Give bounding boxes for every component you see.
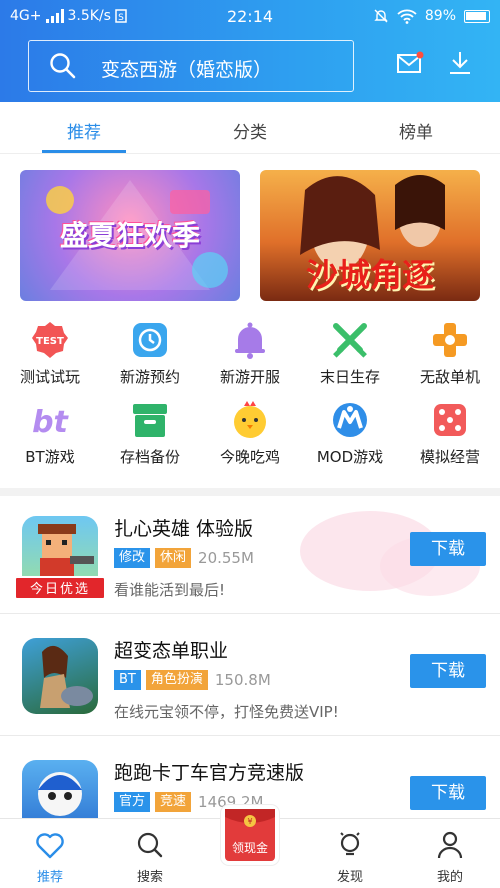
game-title: 跑跑卡丁车官方竞速版: [114, 762, 305, 784]
tag: BT: [114, 670, 141, 690]
category-label: 测试试玩: [19, 368, 80, 386]
bottom-nav: 推荐 搜索 ¥ 领现金 发现 我的: [0, 805, 500, 888]
game-description: 看谁能活到最后!: [114, 581, 226, 599]
category-label: MOD游戏: [316, 448, 384, 466]
game-size: 150.8M: [214, 671, 271, 689]
dice-icon: [430, 400, 470, 440]
category-label: 存档备份: [119, 448, 180, 466]
category-label: 新游预约: [119, 368, 180, 386]
tag: 官方: [114, 792, 151, 812]
red-packet-button[interactable]: ¥ 领现金: [221, 805, 279, 865]
tab-category[interactable]: 分类: [200, 118, 300, 143]
nav-recommend[interactable]: 推荐: [15, 831, 85, 885]
svg-text:TEST: TEST: [36, 336, 64, 347]
search-box[interactable]: 变态西游（婚恋版）: [28, 40, 354, 92]
search-icon: [50, 53, 76, 79]
nav-search[interactable]: 搜索: [115, 831, 185, 885]
game-icon: [22, 760, 98, 818]
archive-box-icon: [130, 400, 170, 440]
category-test-play[interactable]: TEST 测试试玩: [0, 320, 100, 387]
nav-label: 推荐: [36, 870, 63, 885]
game-tags: BT 角色扮演 150.8M: [114, 670, 271, 690]
game-title: 扎心英雄 体验版: [114, 518, 254, 540]
red-packet-icon: ¥: [225, 809, 275, 827]
category-save-backup[interactable]: 存档备份: [100, 400, 200, 467]
nav-profile[interactable]: 我的: [415, 831, 485, 885]
category-offline[interactable]: 无敌单机: [400, 320, 500, 387]
tab-recommend[interactable]: 推荐: [34, 118, 134, 143]
tag: 竞速: [155, 792, 192, 812]
download-button[interactable]: 下载: [410, 654, 486, 688]
nav-label: 领现金: [231, 841, 268, 855]
banner-summer-carnival[interactable]: 盛夏狂欢季: [20, 170, 240, 301]
clock-icon: [130, 320, 170, 360]
category-label: 今晚吃鸡: [219, 448, 280, 466]
section-divider: [0, 488, 500, 496]
top-header: 4G+ 3.5K/s S 22:14 89% 变态西游（婚恋版）: [0, 0, 500, 102]
game-row[interactable]: 今日优选 扎心英雄 体验版 修改 休闲 20.55M 看谁能活到最后! 下载: [0, 496, 500, 614]
game-description: 在线元宝领不停，打怪免费送VIP!: [114, 703, 339, 721]
category-simulation[interactable]: 模拟经营: [400, 400, 500, 467]
mail-icon[interactable]: [396, 50, 424, 76]
game-tags: 修改 休闲 20.55M: [114, 548, 254, 568]
chick-icon: [230, 400, 270, 440]
test-badge-icon: TEST: [30, 320, 70, 360]
user-icon: [437, 831, 463, 859]
game-size: 20.55M: [198, 549, 254, 567]
category-label: 新游开服: [219, 368, 280, 386]
banner-title: 盛夏狂欢季: [59, 219, 200, 252]
category-new-server[interactable]: 新游开服: [200, 320, 300, 387]
category-mod-games[interactable]: MOD游戏: [300, 400, 400, 467]
status-bar: 4G+ 3.5K/s S 22:14 89%: [0, 0, 500, 34]
svg-text:bt: bt: [32, 405, 69, 440]
category-label: BT游戏: [25, 448, 75, 466]
heart-icon: [36, 833, 64, 859]
game-row[interactable]: 超变态单职业 BT 角色扮演 150.8M 在线元宝领不停，打怪免费送VIP! …: [0, 618, 500, 736]
category-survival[interactable]: 末日生存: [300, 320, 400, 387]
battery-percent: 89%: [424, 8, 456, 24]
category-label: 模拟经营: [419, 448, 480, 466]
crossed-swords-icon: [330, 320, 370, 360]
search-icon: [137, 832, 163, 858]
nav-label: 我的: [436, 870, 463, 885]
wifi-icon: [397, 9, 417, 24]
tag: 休闲: [155, 548, 192, 568]
bell-icon: [230, 320, 270, 360]
search-text: 变态西游（婚恋版）: [101, 59, 273, 81]
active-tab-indicator: [42, 150, 126, 153]
category-label: 末日生存: [319, 368, 380, 386]
game-list: 今日优选 扎心英雄 体验版 修改 休闲 20.55M 看谁能活到最后! 下载 超…: [0, 496, 500, 818]
gamepad-icon: [430, 320, 470, 360]
category-bt-games[interactable]: bt BT游戏: [0, 400, 100, 467]
game-title: 超变态单职业: [114, 640, 229, 662]
lightbulb-icon: [340, 832, 360, 856]
category-label: 无敌单机: [419, 368, 480, 386]
tag: 修改: [114, 548, 151, 568]
nav-label: 发现: [336, 870, 363, 885]
battery-icon: [464, 9, 490, 23]
download-button[interactable]: 下载: [410, 532, 486, 566]
category-chicken-dinner[interactable]: 今晚吃鸡: [200, 400, 300, 467]
download-button[interactable]: 下载: [410, 776, 486, 810]
banner-sand-city[interactable]: 沙城角逐: [260, 170, 480, 301]
game-icon: [22, 638, 98, 714]
bt-icon: bt: [30, 400, 70, 440]
category-new-reservation[interactable]: 新游预约: [100, 320, 200, 387]
mute-bell-icon: [374, 9, 388, 23]
mod-icon: [330, 400, 370, 440]
today-pick-ribbon: 今日优选: [14, 576, 106, 600]
svg-text:¥: ¥: [247, 817, 252, 826]
banner-title: 沙城角逐: [305, 256, 434, 294]
tag: 角色扮演: [145, 670, 208, 690]
nav-label: 搜索: [136, 870, 163, 885]
download-icon[interactable]: [448, 50, 472, 76]
tab-bar: 推荐 分类 榜单: [0, 102, 500, 154]
nav-discover[interactable]: 发现: [315, 831, 385, 885]
tab-ranking[interactable]: 榜单: [366, 118, 466, 143]
